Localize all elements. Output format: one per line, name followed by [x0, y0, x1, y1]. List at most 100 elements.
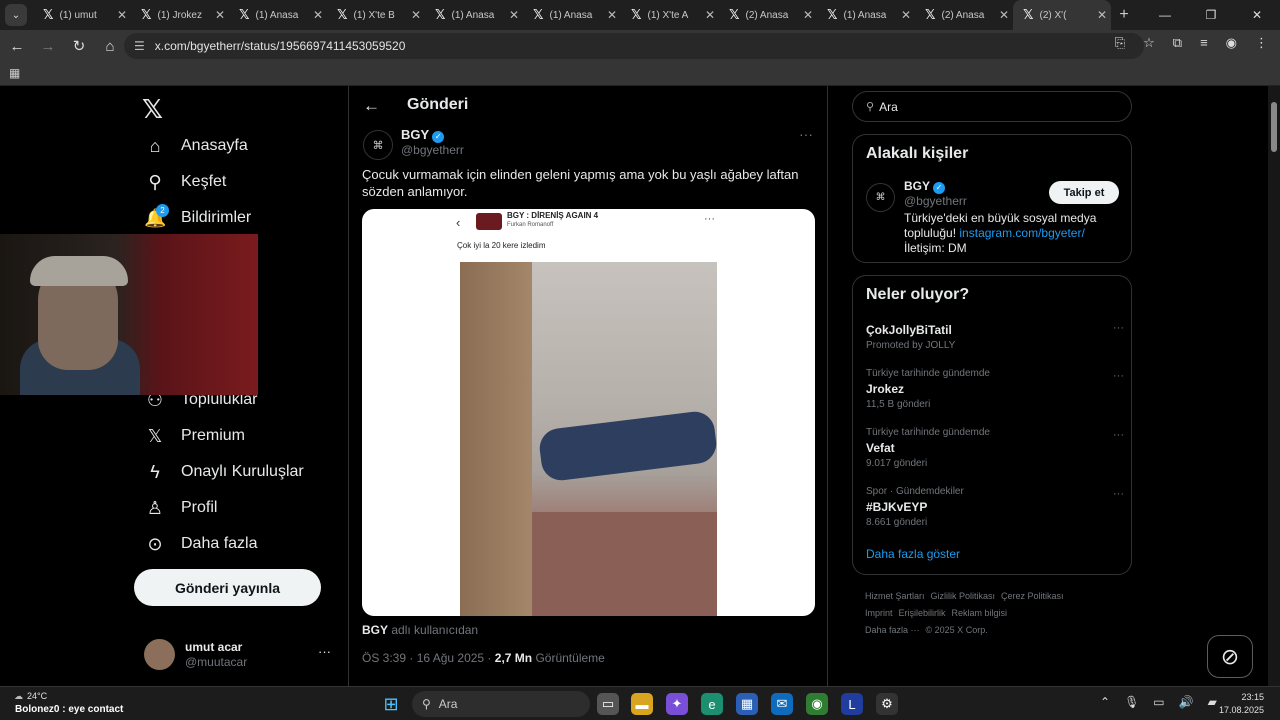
nav-item-5[interactable]: 𝕏 Premium: [144, 422, 245, 450]
footer-link[interactable]: Erişilebilirlik: [899, 608, 946, 618]
tab-close-icon[interactable]: ✕: [113, 8, 131, 22]
browser-tab[interactable]: 𝕏 (1) Anasa ✕: [523, 0, 621, 30]
bio-link[interactable]: instagram.com/bgyeter/: [959, 226, 1084, 240]
tweet-more-icon[interactable]: ···: [799, 126, 813, 142]
back-icon[interactable]: ←: [3, 38, 31, 55]
tab-close-icon[interactable]: ✕: [407, 8, 425, 22]
store-icon[interactable]: ▦: [736, 693, 758, 715]
browser-tab[interactable]: 𝕏 (1) umut ✕: [33, 0, 131, 30]
task-view-icon[interactable]: ▭: [597, 693, 619, 715]
tab-close-icon[interactable]: ✕: [701, 8, 719, 22]
taskbar-search[interactable]: ⚲ Ara: [412, 691, 590, 717]
account-switcher[interactable]: umut acar @muutacar ···: [144, 638, 334, 670]
tab-close-icon[interactable]: ✕: [309, 8, 327, 22]
nav-item-8[interactable]: ⊙ Daha fazla: [144, 530, 257, 558]
nav-item-6[interactable]: ϟ Onaylı Kuruluşlar: [144, 458, 303, 486]
tab-close-icon[interactable]: ✕: [897, 8, 915, 22]
browser-tab[interactable]: 𝕏 (1) Anasa ✕: [229, 0, 327, 30]
video-frame[interactable]: [460, 262, 717, 616]
browser-tab[interactable]: 𝕏 (1) Anasa ✕: [817, 0, 915, 30]
tweet-author-avatar[interactable]: ⌘: [363, 130, 393, 160]
display-icon[interactable]: ▭: [1153, 695, 1164, 709]
tab-close-icon[interactable]: ✕: [211, 8, 229, 22]
nav-item-2[interactable]: 🔔 2 Bildirimler: [144, 203, 251, 232]
tab-close-icon[interactable]: ✕: [1093, 8, 1111, 22]
maximize-icon[interactable]: ❐: [1188, 0, 1234, 30]
copilot-icon[interactable]: ✦: [666, 693, 688, 715]
nav-item-0[interactable]: ⌂ Anasayfa: [144, 132, 248, 160]
settings-icon[interactable]: ⚙: [876, 693, 898, 715]
page-scrollbar[interactable]: [1268, 86, 1280, 686]
footer-link[interactable]: Gizlilik Politikası: [931, 591, 996, 601]
outlook-icon[interactable]: ✉: [771, 693, 793, 715]
tweet-author-name[interactable]: BGY ✓: [401, 127, 445, 143]
edge-icon[interactable]: e: [701, 693, 723, 715]
back-arrow-icon[interactable]: ←: [363, 96, 380, 116]
site-info-icon[interactable]: ☰: [134, 39, 145, 53]
trend-item[interactable]: ÇokJollyBiTatil Promoted by JOLLY ···: [866, 320, 1124, 351]
apps-grid-icon[interactable]: ▦: [9, 66, 20, 80]
chrome-icon[interactable]: ◉: [806, 693, 828, 715]
x-logo-icon[interactable]: 𝕏: [142, 94, 163, 125]
browser-tab[interactable]: 𝕏 (1) X'te A ✕: [621, 0, 719, 30]
more-dots-icon[interactable]: ···: [318, 644, 331, 659]
trend-item[interactable]: Spor · Gündemdekiler #BJKvEYP 8.661 gönder…: [866, 486, 1124, 528]
grok-icon[interactable]: ⊘: [1207, 635, 1253, 678]
tray-chevron-icon[interactable]: ⌃: [1100, 695, 1110, 709]
footer-link[interactable]: Reklam bilgisi: [952, 608, 1008, 618]
tab-close-icon[interactable]: ✕: [995, 8, 1013, 22]
browser-tab[interactable]: 𝕏 (2) Anasa ✕: [719, 0, 817, 30]
footer-link[interactable]: © 2025 X Corp.: [926, 625, 988, 635]
profile-avatar-icon[interactable]: ◉: [1226, 35, 1237, 51]
related-avatar[interactable]: ⌘: [866, 183, 895, 212]
trend-more-icon[interactable]: ···: [1113, 488, 1124, 500]
browser-tab[interactable]: 𝕏 (1) X'te B ✕: [327, 0, 425, 30]
tab-close-icon[interactable]: ✕: [603, 8, 621, 22]
browser-tab[interactable]: 𝕏 (2) X'(✕: [1013, 0, 1111, 30]
follow-button[interactable]: Takip et: [1049, 181, 1119, 204]
browser-tab[interactable]: 𝕏 (1) Jrokez ✕: [131, 0, 229, 30]
trend-more-icon[interactable]: ···: [1113, 322, 1124, 334]
footer-link[interactable]: Daha fazla ···: [865, 625, 920, 635]
browser-tab[interactable]: 𝕏 (2) Anasa ✕: [915, 0, 1013, 30]
tab-search-chevron-icon[interactable]: ⌄: [5, 4, 27, 26]
menu-kebab-icon[interactable]: ⋮: [1255, 35, 1268, 51]
forward-icon[interactable]: →: [34, 38, 62, 55]
scrollbar-thumb[interactable]: [1271, 102, 1277, 152]
footer-link[interactable]: Imprint: [865, 608, 893, 618]
reload-icon[interactable]: ↻: [65, 37, 93, 55]
new-tab-button[interactable]: +: [1111, 6, 1137, 24]
install-app-icon[interactable]: ⎘: [1115, 35, 1125, 51]
post-button[interactable]: Gönderi yayınla: [134, 569, 321, 606]
tab-close-icon[interactable]: ✕: [505, 8, 523, 22]
nav-item-1[interactable]: ⚲ Keşfet: [144, 168, 226, 196]
bookmark-star-icon[interactable]: ☆: [1143, 35, 1155, 51]
close-window-icon[interactable]: ✕: [1234, 0, 1280, 30]
footer-link[interactable]: Çerez Politikası: [1001, 591, 1064, 601]
related-name[interactable]: BGY ✓: [904, 179, 946, 194]
file-explorer-icon[interactable]: ▬: [631, 693, 653, 715]
footer-link[interactable]: Hizmet Şartları: [865, 591, 925, 601]
trend-item[interactable]: Türkiye tarihinde gündemde Jrokez 11,5 B g…: [866, 368, 1124, 410]
related-handle[interactable]: @bgyetherr: [904, 194, 967, 208]
clock[interactable]: 23:15 17.08.2025: [1214, 691, 1264, 717]
l-app-icon[interactable]: L: [841, 693, 863, 715]
media-controls-icon[interactable]: ≡: [1200, 35, 1208, 51]
trend-item[interactable]: Türkiye tarihinde gündemde Vefat 9.017 gön…: [866, 427, 1124, 469]
show-more-link[interactable]: Daha fazla göster: [866, 547, 960, 561]
microphone-icon[interactable]: 🎙: [1124, 695, 1139, 709]
url-text[interactable]: x.com/bgyetherr/status/19566974114530595…: [155, 39, 406, 53]
windows-start-icon[interactable]: ⊞: [380, 693, 402, 715]
browser-tab[interactable]: 𝕏 (1) Anasa ✕: [425, 0, 523, 30]
weather-widget[interactable]: ☁ 24°C: [14, 691, 47, 702]
trend-more-icon[interactable]: ···: [1113, 429, 1124, 441]
tab-close-icon[interactable]: ✕: [799, 8, 817, 22]
trend-more-icon[interactable]: ···: [1113, 370, 1124, 382]
tweet-author-handle[interactable]: @bgyetherr: [401, 143, 464, 157]
address-bar[interactable]: ☰ x.com/bgyetherr/status/195669741145305…: [124, 33, 1144, 59]
nav-item-7[interactable]: ♙ Profil: [144, 494, 218, 522]
search-input[interactable]: ⚲ Ara: [852, 91, 1132, 122]
extensions-icon[interactable]: ⧉: [1173, 35, 1182, 51]
tweet-media[interactable]: ‹ BGY : DİRENİŞ AGAIN 4 Furkan Romanoff …: [362, 209, 815, 616]
volume-icon[interactable]: 🔊: [1179, 695, 1194, 709]
